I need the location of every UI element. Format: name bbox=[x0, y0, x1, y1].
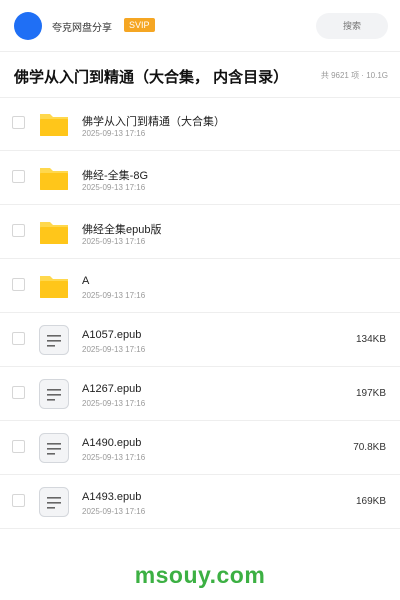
app-name: 夸克网盘分享 bbox=[52, 23, 112, 34]
item-name: 佛经-全集-8G bbox=[82, 170, 148, 182]
select-checkbox[interactable] bbox=[12, 170, 25, 183]
item-date: 2025-09-13 17:16 bbox=[82, 453, 146, 462]
item-date: 2025-09-13 17:16 bbox=[82, 399, 146, 408]
avatar[interactable] bbox=[14, 12, 42, 40]
search-input[interactable] bbox=[316, 13, 388, 39]
list-item[interactable]: A 2025-09-13 17:16 bbox=[0, 259, 400, 313]
item-size: 70.8KB bbox=[353, 442, 386, 453]
item-name: 佛学从入门到精通（大合集） bbox=[82, 116, 225, 128]
document-icon bbox=[38, 432, 70, 464]
select-checkbox[interactable] bbox=[12, 440, 25, 453]
file-list: 佛学从入门到精通（大合集） 2025-09-13 17:16 佛经-全集-8G 202… bbox=[0, 97, 400, 529]
folder-icon bbox=[38, 108, 70, 140]
folder-meta: 共 9621 项 · 10.1G bbox=[320, 71, 388, 80]
select-checkbox[interactable] bbox=[12, 494, 25, 507]
list-item[interactable]: 佛经-全集-8G 2025-09-13 17:16 bbox=[0, 151, 400, 205]
item-name: A1267.epub bbox=[82, 383, 142, 395]
item-name: A1493.epub bbox=[82, 491, 142, 503]
item-size: 169KB bbox=[355, 496, 386, 507]
item-date: 2025-09-13 17:16 bbox=[82, 345, 146, 354]
header: 夸克网盘分享 SVIP bbox=[0, 0, 400, 52]
list-item[interactable]: 佛学从入门到精通（大合集） 2025-09-13 17:16 bbox=[0, 97, 400, 151]
document-icon bbox=[38, 486, 70, 518]
item-name: A1057.epub bbox=[82, 329, 142, 341]
folder-icon bbox=[38, 162, 70, 194]
select-checkbox[interactable] bbox=[12, 386, 25, 399]
folder-icon bbox=[38, 270, 70, 302]
list-item[interactable]: A1490.epub 2025-09-13 17:16 70.8KB bbox=[0, 421, 400, 475]
item-date: 2025-09-13 17:16 bbox=[82, 507, 146, 516]
page-title: 佛学从入门到精通（大合集， 内含目录） bbox=[14, 69, 289, 86]
select-checkbox[interactable] bbox=[12, 278, 25, 291]
list-item[interactable]: 佛经全集epub版 2025-09-13 17:16 bbox=[0, 205, 400, 259]
select-checkbox[interactable] bbox=[12, 332, 25, 345]
watermark: msouy.com bbox=[134, 562, 266, 588]
item-name: 佛经全集epub版 bbox=[82, 224, 162, 236]
item-date: 2025-09-13 17:16 bbox=[82, 237, 146, 246]
folder-icon bbox=[38, 216, 70, 248]
select-checkbox[interactable] bbox=[12, 224, 25, 237]
list-item[interactable]: A1057.epub 2025-09-13 17:16 134KB bbox=[0, 313, 400, 367]
item-date: 2025-09-13 17:16 bbox=[82, 129, 146, 138]
list-item[interactable]: A1267.epub 2025-09-13 17:16 197KB bbox=[0, 367, 400, 421]
select-checkbox[interactable] bbox=[12, 116, 25, 129]
item-name: A bbox=[82, 275, 90, 287]
folder-title-bar: 佛学从入门到精通（大合集， 内含目录） 共 9621 项 · 10.1G bbox=[0, 52, 400, 98]
document-icon bbox=[38, 378, 70, 410]
item-date: 2025-09-13 17:16 bbox=[82, 291, 146, 300]
item-size: 197KB bbox=[355, 388, 386, 399]
svip-badge: SVIP bbox=[124, 18, 155, 32]
list-item[interactable]: A1493.epub 2025-09-13 17:16 169KB bbox=[0, 475, 400, 529]
item-date: 2025-09-13 17:16 bbox=[82, 183, 146, 192]
document-icon bbox=[38, 324, 70, 356]
item-size: 134KB bbox=[355, 334, 386, 345]
item-name: A1490.epub bbox=[82, 437, 142, 449]
